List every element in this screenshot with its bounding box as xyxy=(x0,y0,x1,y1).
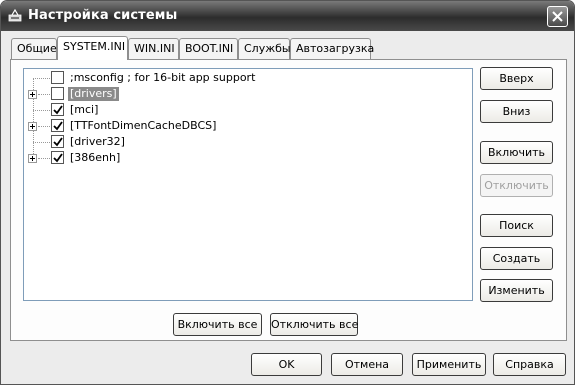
expand-plus-icon[interactable] xyxy=(28,122,37,131)
tree-item-label[interactable]: ;msconfig ; for 16-bit app support xyxy=(68,71,257,85)
ok-button[interactable]: OK xyxy=(251,353,322,376)
create-button[interactable]: Создать xyxy=(480,247,553,270)
tree-item-checkbox[interactable] xyxy=(51,103,64,116)
tree-item-checkbox[interactable] xyxy=(51,71,64,84)
window-title: Настройка системы xyxy=(28,8,178,23)
enable-all-button-label: Включить все xyxy=(177,318,258,331)
tab-startup-label: Автозагрузка xyxy=(296,42,375,55)
enable-button-label: Включить xyxy=(487,146,546,159)
close-button[interactable] xyxy=(547,6,568,27)
tree-item-checkbox[interactable] xyxy=(51,151,64,164)
tree-connector xyxy=(38,126,50,127)
disable-button-label: Отключить xyxy=(484,179,549,192)
find-button-label: Поиск xyxy=(499,219,534,232)
help-button[interactable]: Справка xyxy=(493,353,566,376)
tree-item-checkbox[interactable] xyxy=(51,135,64,148)
tab-services[interactable]: Службы xyxy=(238,38,291,59)
disable-all-button[interactable]: Отключить все xyxy=(270,313,358,336)
apply-button[interactable]: Применить xyxy=(412,353,486,376)
tree-item-checkbox[interactable] xyxy=(51,119,64,132)
disable-all-button-label: Отключить все xyxy=(271,318,359,331)
tree-item-label[interactable]: [mci] xyxy=(68,103,100,117)
tree-item-label[interactable]: [driver32] xyxy=(68,135,127,149)
disable-button: Отключить xyxy=(480,174,553,197)
checkmark-icon xyxy=(53,121,63,131)
tab-boot-ini[interactable]: BOOT.INI xyxy=(179,38,238,59)
enable-all-button[interactable]: Включить все xyxy=(173,313,262,336)
expand-plus-icon[interactable] xyxy=(28,154,37,163)
tree-item-label[interactable]: [drivers] xyxy=(68,87,119,101)
edit-button[interactable]: Изменить xyxy=(480,279,553,302)
system-ini-panel: ;msconfig ; for 16-bit app support [driv… xyxy=(10,59,567,341)
tab-win-ini-label: WIN.INI xyxy=(134,42,175,55)
move-up-button-label: Вверх xyxy=(499,72,534,85)
tree-item-label[interactable]: [386enh] xyxy=(68,151,122,165)
tab-boot-ini-label: BOOT.INI xyxy=(185,42,234,55)
create-button-label: Создать xyxy=(492,252,541,265)
tree-connector xyxy=(38,158,50,159)
checkmark-icon xyxy=(53,153,63,163)
title-bar[interactable]: Настройка системы xyxy=(1,1,574,31)
tab-startup[interactable]: Автозагрузка xyxy=(290,38,375,59)
find-button[interactable]: Поиск xyxy=(480,214,553,237)
ok-button-label: OK xyxy=(278,358,295,371)
tree-item-label[interactable]: [TTFontDimenCacheDBCS] xyxy=(68,119,218,133)
move-down-button-label: Вниз xyxy=(502,105,531,118)
tab-services-label: Службы xyxy=(244,42,291,55)
tab-system-ini[interactable]: SYSTEM.INI xyxy=(57,36,128,60)
enable-button[interactable]: Включить xyxy=(480,141,553,164)
tree-connector xyxy=(33,78,50,79)
tree-connector xyxy=(33,142,50,143)
cancel-button-label: Отмена xyxy=(344,358,390,371)
help-button-label: Справка xyxy=(505,358,554,371)
cancel-button[interactable]: Отмена xyxy=(331,353,403,376)
expand-plus-icon[interactable] xyxy=(28,90,37,99)
tree-connector xyxy=(38,94,50,95)
tree-item-checkbox[interactable] xyxy=(51,87,64,100)
system-config-app-icon xyxy=(8,9,22,22)
move-down-button[interactable]: Вниз xyxy=(480,100,553,123)
system-ini-tree[interactable]: ;msconfig ; for 16-bit app support [driv… xyxy=(23,68,473,301)
system-config-window: Настройка системы Общие SYSTEM.INI WIN.I… xyxy=(0,0,575,385)
tab-win-ini[interactable]: WIN.INI xyxy=(128,38,179,59)
edit-button-label: Изменить xyxy=(488,284,545,297)
apply-button-label: Применить xyxy=(416,358,482,371)
tab-system-ini-label: SYSTEM.INI xyxy=(63,40,126,53)
close-icon xyxy=(552,11,563,22)
checkmark-icon xyxy=(53,137,63,147)
tree-connector xyxy=(33,110,50,111)
tab-general-label: Общие xyxy=(17,42,57,55)
tab-general[interactable]: Общие xyxy=(11,38,57,59)
checkmark-icon xyxy=(53,105,63,115)
move-up-button[interactable]: Вверх xyxy=(480,67,553,90)
